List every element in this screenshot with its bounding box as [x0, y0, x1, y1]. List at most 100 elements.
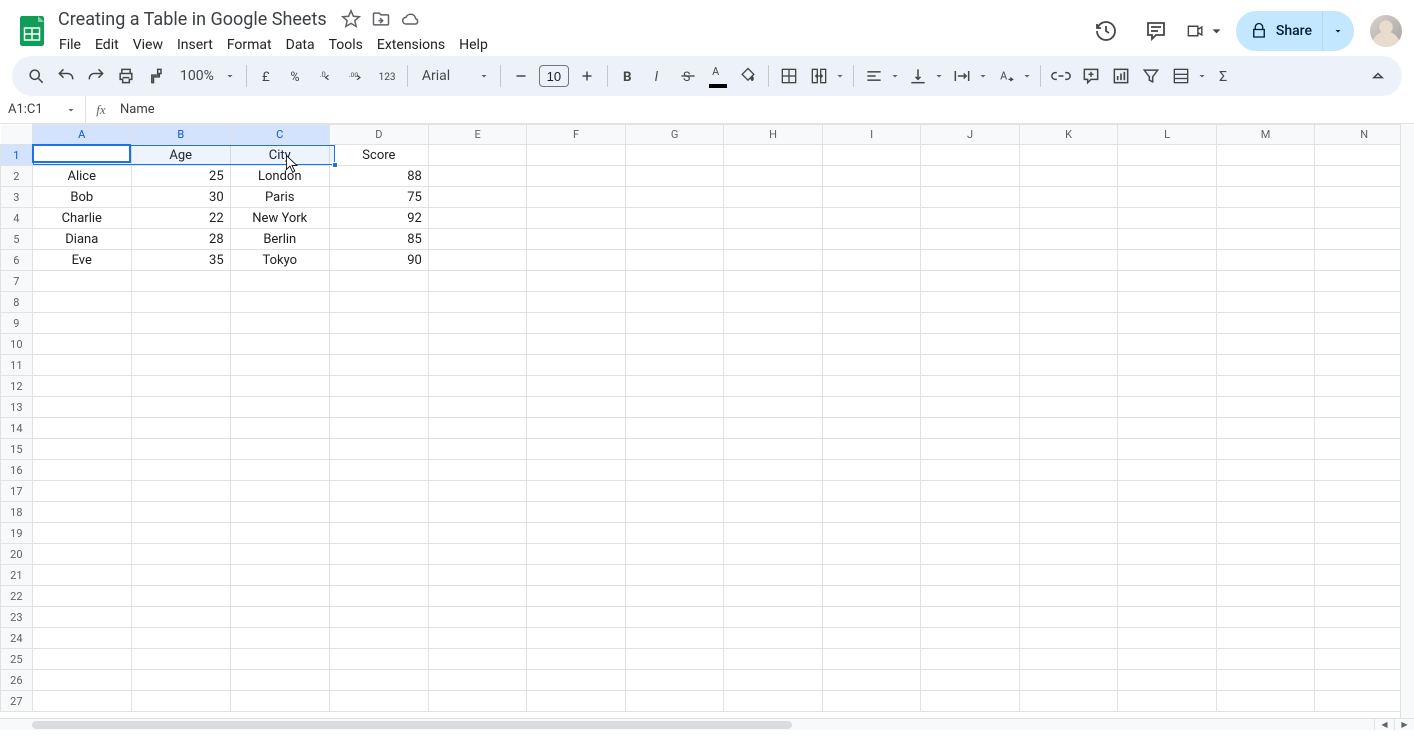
cell-J18[interactable] [921, 502, 1019, 523]
cell-J2[interactable] [921, 166, 1019, 187]
cell-C16[interactable] [230, 460, 329, 481]
cell-N6[interactable] [1315, 250, 1414, 271]
cell-L25[interactable] [1118, 649, 1216, 670]
col-header-J[interactable]: J [921, 125, 1019, 145]
font-size-decrease[interactable] [507, 62, 535, 90]
cell-D3[interactable]: 75 [329, 187, 428, 208]
cell-F22[interactable] [527, 586, 625, 607]
cell-G25[interactable] [625, 649, 724, 670]
cell-H21[interactable] [724, 565, 823, 586]
cell-H13[interactable] [724, 397, 823, 418]
cell-F18[interactable] [527, 502, 625, 523]
cell-D4[interactable]: 92 [329, 208, 428, 229]
cell-K19[interactable] [1019, 523, 1118, 544]
cell-L19[interactable] [1118, 523, 1216, 544]
cell-M11[interactable] [1216, 355, 1315, 376]
cell-I15[interactable] [822, 439, 920, 460]
cell-M25[interactable] [1216, 649, 1315, 670]
cell-D21[interactable] [329, 565, 428, 586]
cell-F8[interactable] [527, 292, 625, 313]
cell-N23[interactable] [1315, 607, 1414, 628]
cell-E21[interactable] [428, 565, 526, 586]
cell-G8[interactable] [625, 292, 724, 313]
cell-H26[interactable] [724, 670, 823, 691]
cell-I23[interactable] [822, 607, 920, 628]
cell-L11[interactable] [1118, 355, 1216, 376]
cell-C20[interactable] [230, 544, 329, 565]
cell-C5[interactable]: Berlin [230, 229, 329, 250]
row-header-7[interactable]: 7 [1, 271, 33, 292]
cell-M2[interactable] [1216, 166, 1315, 187]
cell-G10[interactable] [625, 334, 724, 355]
cell-H19[interactable] [724, 523, 823, 544]
italic-icon[interactable]: I [644, 62, 672, 90]
cell-F24[interactable] [527, 628, 625, 649]
cell-B18[interactable] [131, 502, 230, 523]
font-family-select[interactable]: Arial [414, 68, 494, 84]
cell-C23[interactable] [230, 607, 329, 628]
cell-K14[interactable] [1019, 418, 1118, 439]
cell-C9[interactable] [230, 313, 329, 334]
cell-J19[interactable] [921, 523, 1019, 544]
share-button[interactable]: Share [1236, 11, 1354, 51]
cloud-status-icon[interactable] [399, 7, 423, 31]
cell-E26[interactable] [428, 670, 526, 691]
filter-icon[interactable] [1137, 62, 1165, 90]
cell-C10[interactable] [230, 334, 329, 355]
row-header-20[interactable]: 20 [1, 544, 33, 565]
cell-K5[interactable] [1019, 229, 1118, 250]
cell-B1[interactable]: Age [131, 145, 230, 166]
cell-A24[interactable] [32, 628, 131, 649]
cell-C14[interactable] [230, 418, 329, 439]
cell-K18[interactable] [1019, 502, 1118, 523]
cell-N7[interactable] [1315, 271, 1414, 292]
increase-decimal-icon[interactable]: .00 [343, 62, 371, 90]
cell-H11[interactable] [724, 355, 823, 376]
cell-E6[interactable] [428, 250, 526, 271]
cell-I18[interactable] [822, 502, 920, 523]
cell-D1[interactable]: Score [329, 145, 428, 166]
cell-F5[interactable] [527, 229, 625, 250]
cell-H16[interactable] [724, 460, 823, 481]
decrease-decimal-icon[interactable]: .0 [313, 62, 341, 90]
cell-K2[interactable] [1019, 166, 1118, 187]
cell-E9[interactable] [428, 313, 526, 334]
cell-N2[interactable] [1315, 166, 1414, 187]
cell-A5[interactable]: Diana [32, 229, 131, 250]
insert-chart-icon[interactable] [1107, 62, 1135, 90]
cell-C19[interactable] [230, 523, 329, 544]
cell-G15[interactable] [625, 439, 724, 460]
cell-D12[interactable] [329, 376, 428, 397]
cell-M10[interactable] [1216, 334, 1315, 355]
cell-M3[interactable] [1216, 187, 1315, 208]
col-header-C[interactable]: C [230, 125, 329, 145]
menu-insert[interactable]: Insert [170, 33, 220, 57]
cell-E8[interactable] [428, 292, 526, 313]
cell-J22[interactable] [921, 586, 1019, 607]
cell-N14[interactable] [1315, 418, 1414, 439]
menu-view[interactable]: View [126, 33, 170, 57]
cell-K13[interactable] [1019, 397, 1118, 418]
cell-C7[interactable] [230, 271, 329, 292]
cell-H27[interactable] [724, 691, 823, 712]
cell-B25[interactable] [131, 649, 230, 670]
cell-B13[interactable] [131, 397, 230, 418]
cell-L27[interactable] [1118, 691, 1216, 712]
cell-L21[interactable] [1118, 565, 1216, 586]
bold-icon[interactable]: B [614, 62, 642, 90]
cell-B15[interactable] [131, 439, 230, 460]
cell-D20[interactable] [329, 544, 428, 565]
row-header-15[interactable]: 15 [1, 439, 33, 460]
cell-D5[interactable]: 85 [329, 229, 428, 250]
cell-D19[interactable] [329, 523, 428, 544]
row-header-2[interactable]: 2 [1, 166, 33, 187]
cell-I11[interactable] [822, 355, 920, 376]
cell-B16[interactable] [131, 460, 230, 481]
cell-L17[interactable] [1118, 481, 1216, 502]
cell-A21[interactable] [32, 565, 131, 586]
cell-D7[interactable] [329, 271, 428, 292]
text-wrap-icon[interactable] [948, 62, 976, 90]
cell-M26[interactable] [1216, 670, 1315, 691]
cell-L20[interactable] [1118, 544, 1216, 565]
cell-D11[interactable] [329, 355, 428, 376]
